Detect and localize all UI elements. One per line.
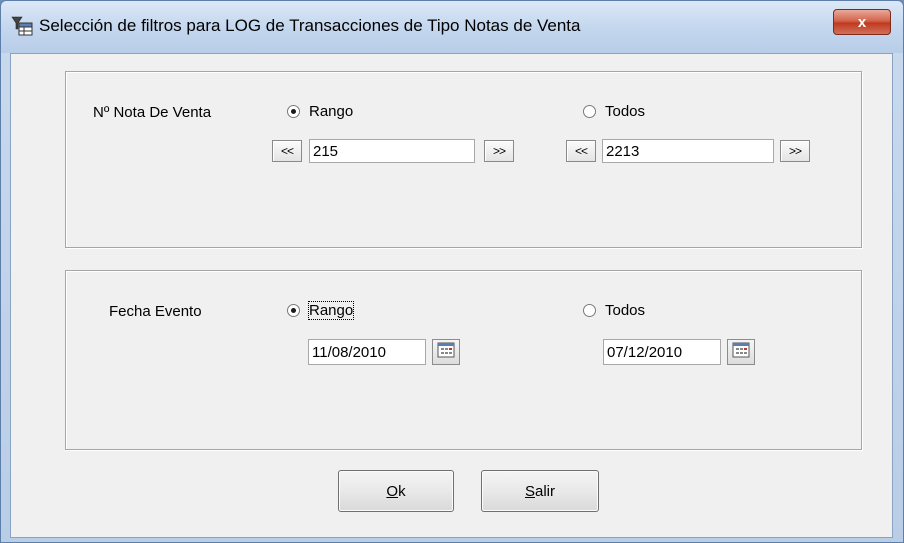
radio-rango-indicator[interactable] [287,304,300,317]
title-bar[interactable]: Selección de filtros para LOG de Transac… [1,1,903,53]
nota-venta-group: Nº Nota De Venta Rango Todos << >> << >> [65,71,862,248]
nota-from-input[interactable] [309,139,475,163]
fecha-evento-group: Fecha Evento Rango Todos [65,270,862,450]
fecha-from-input[interactable] [308,339,426,365]
filter-table-icon [11,15,33,37]
salir-button[interactable]: Salir [481,470,599,512]
radio-todos-label: Todos [605,302,646,319]
nota-venta-radio-todos[interactable]: Todos [583,103,645,120]
dialog-client-area: Nº Nota De Venta Rango Todos << >> << >>… [10,53,893,538]
calendar-icon [732,342,750,363]
close-icon: x [857,13,867,31]
salir-accel: S [524,482,535,500]
radio-rango-label: Rango [309,103,354,120]
radio-todos-indicator[interactable] [583,304,596,317]
nota-from-prev-button[interactable]: << [272,140,302,162]
fecha-to-calendar-button[interactable] [727,339,755,365]
dialog-window: Selección de filtros para LOG de Transac… [0,0,904,543]
ok-label-rest: k [398,482,406,500]
ok-button[interactable]: Ok [338,470,454,512]
radio-todos-label: Todos [605,103,646,120]
radio-todos-indicator[interactable] [583,105,596,118]
close-button[interactable]: x [833,9,891,35]
calendar-icon [437,342,455,363]
fecha-from-calendar-button[interactable] [432,339,460,365]
nota-from-next-button[interactable]: >> [484,140,514,162]
fecha-radio-rango[interactable]: Rango [287,301,355,320]
nota-venta-label: Nº Nota De Venta [93,104,212,121]
nota-to-next-button[interactable]: >> [780,140,810,162]
radio-rango-label: Rango [307,301,355,320]
radio-rango-indicator[interactable] [287,105,300,118]
ok-accel: O [386,482,399,500]
fecha-evento-label: Fecha Evento [109,303,202,320]
nota-venta-radio-rango[interactable]: Rango [287,103,353,120]
window-title: Selección de filtros para LOG de Transac… [39,16,581,35]
fecha-radio-todos[interactable]: Todos [583,302,645,319]
fecha-to-input[interactable] [603,339,721,365]
nota-to-prev-button[interactable]: << [566,140,596,162]
salir-label-rest: alir [535,482,556,500]
nota-to-input[interactable] [602,139,774,163]
